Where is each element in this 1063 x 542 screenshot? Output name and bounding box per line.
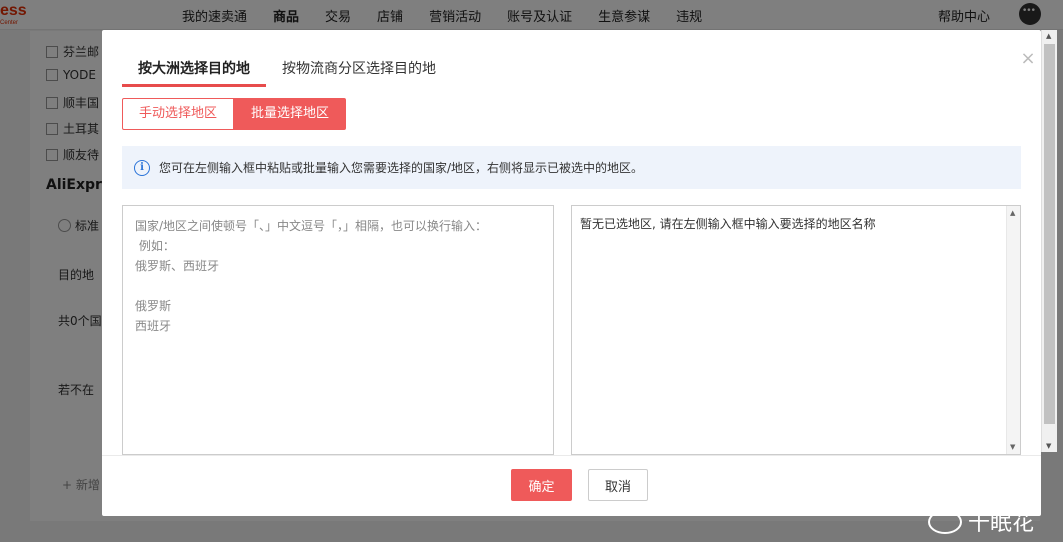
confirm-button[interactable]: 确定: [511, 469, 572, 501]
dialog-footer: 确定 取消: [102, 455, 1041, 516]
selected-regions-box: 暂无已选地区, 请在左侧输入框中输入要选择的地区名称 ▲ ▼: [571, 205, 1021, 455]
batch-input-box: [122, 205, 554, 455]
page-scrollbar[interactable]: ▲ ▼: [1041, 30, 1057, 452]
cancel-button[interactable]: 取消: [588, 469, 648, 501]
batch-select-button[interactable]: 批量选择地区: [234, 98, 347, 130]
selected-empty-text: 暂无已选地区, 请在左侧输入框中输入要选择的地区名称: [580, 217, 876, 231]
notice-text: 您可在左侧输入框中粘贴或批量输入您需要选择的国家/地区，右侧将显示已被选中的地区…: [159, 161, 644, 175]
scroll-up-icon[interactable]: ▲: [1046, 32, 1051, 40]
scroll-up-icon[interactable]: ▲: [1010, 209, 1015, 217]
region-batch-input[interactable]: [123, 206, 553, 454]
manual-select-button[interactable]: 手动选择地区: [122, 98, 235, 130]
destination-tabs: 按大洲选择目的地 按物流商分区选择目的地: [122, 58, 452, 88]
close-icon[interactable]: ×: [1019, 50, 1037, 68]
selection-mode-toggle: 手动选择地区 批量选择地区: [122, 98, 347, 130]
selected-box-scrollbar[interactable]: ▲ ▼: [1006, 206, 1020, 454]
tab-by-continent[interactable]: 按大洲选择目的地: [122, 58, 266, 87]
scroll-down-icon[interactable]: ▼: [1010, 443, 1015, 451]
info-icon: i: [134, 159, 150, 176]
scroll-down-icon[interactable]: ▼: [1046, 442, 1051, 450]
region-select-dialog: × 按大洲选择目的地 按物流商分区选择目的地 手动选择地区 批量选择地区 i 您…: [102, 30, 1041, 516]
tab-by-carrier-zone[interactable]: 按物流商分区选择目的地: [266, 58, 452, 87]
info-notice: i 您可在左侧输入框中粘贴或批量输入您需要选择的国家/地区，右侧将显示已被选中的…: [122, 146, 1021, 189]
scrollbar-thumb[interactable]: [1044, 44, 1055, 424]
